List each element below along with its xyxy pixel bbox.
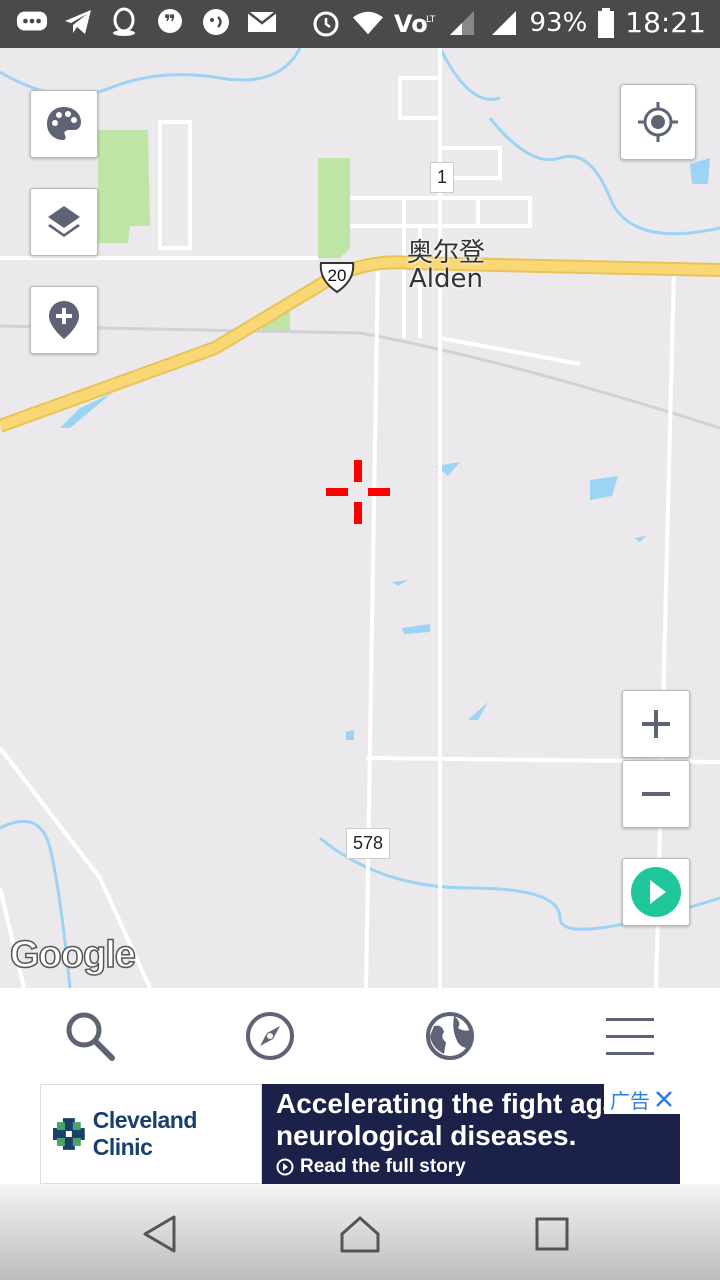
palette-icon <box>47 107 81 140</box>
layers-button[interactable] <box>30 188 98 256</box>
town-label-en: Alden <box>409 264 483 294</box>
system-navigation-bar <box>0 1184 720 1280</box>
ad-logo: Cleveland Clinic <box>40 1084 262 1184</box>
signal-icon <box>488 7 520 39</box>
volte-icon: VoLTE <box>394 7 436 39</box>
ad-tag-label: 广告 <box>610 1088 650 1113</box>
qq-icon <box>108 6 140 38</box>
recents-icon <box>535 1217 569 1251</box>
chat-bubble-icon <box>16 6 48 38</box>
play-button[interactable] <box>622 858 690 926</box>
ad-banner[interactable]: Cleveland Clinic Accelerating the fight … <box>40 1084 680 1184</box>
svg-text:❞: ❞ <box>164 10 176 34</box>
highway-shield: 20 <box>318 260 356 294</box>
home-icon <box>340 1216 380 1253</box>
park-area <box>318 158 350 258</box>
mail-icon <box>246 6 278 38</box>
ad-cta-label: Read the full story <box>300 1156 466 1177</box>
map-view[interactable]: 奥尔登 Alden 1 578 20 Google <box>0 48 720 988</box>
battery-percent: 93% <box>529 7 588 38</box>
back-icon <box>143 1215 176 1253</box>
play-circle-icon <box>276 1158 294 1176</box>
compass-icon <box>246 1012 294 1060</box>
search-icon <box>66 1012 115 1061</box>
quote-bubble-icon: ❞ <box>154 6 186 38</box>
alarm-icon <box>310 7 342 39</box>
menu-icon <box>606 1018 654 1055</box>
play-icon <box>631 867 681 917</box>
highway-shield-number: 20 <box>327 266 347 285</box>
home-button[interactable] <box>338 1212 382 1256</box>
road-label: 578 <box>346 828 391 859</box>
signal-icon <box>446 7 478 39</box>
clock: 18:21 <box>625 6 706 39</box>
battery-icon <box>597 7 615 39</box>
compass-button[interactable] <box>244 1010 296 1062</box>
ad-cta[interactable]: Read the full story <box>276 1156 466 1178</box>
zoom-in-button[interactable] <box>622 690 690 758</box>
road-label: 1 <box>430 162 455 193</box>
cleveland-clinic-logo-icon <box>53 1118 85 1150</box>
menu-button[interactable] <box>604 1010 656 1062</box>
layers-icon <box>48 206 80 237</box>
zoom-out-button[interactable] <box>622 760 690 828</box>
ad-tag[interactable]: 广告 <box>604 1084 680 1114</box>
bottom-navigation <box>0 988 720 1084</box>
crosshair-icon <box>326 460 392 526</box>
close-icon[interactable] <box>654 1089 674 1109</box>
my-location-button[interactable] <box>620 84 696 160</box>
svg-text:LTE: LTE <box>426 15 436 25</box>
add-pin-button[interactable] <box>30 286 98 354</box>
svg-text:Vo: Vo <box>394 10 428 38</box>
add-pin-icon <box>49 301 79 339</box>
globe-button[interactable] <box>424 1010 476 1062</box>
wifi-icon <box>352 7 384 39</box>
back-button[interactable] <box>138 1212 182 1256</box>
messenger-icon <box>200 6 232 38</box>
ad-brand-name: Cleveland Clinic <box>92 1107 198 1160</box>
search-button[interactable] <box>64 1010 116 1062</box>
status-bar: ❞ VoLTE 93% 18:21 <box>0 0 720 48</box>
park-area <box>98 130 150 243</box>
map-style-button[interactable] <box>30 90 98 158</box>
my-location-icon <box>638 102 678 142</box>
recents-button[interactable] <box>530 1212 574 1256</box>
google-attribution: Google <box>9 933 136 977</box>
telegram-icon <box>62 6 94 38</box>
zoom-out-icon <box>642 792 670 796</box>
zoom-in-icon <box>642 710 670 738</box>
ad-container: Cleveland Clinic Accelerating the fight … <box>0 1084 720 1184</box>
globe-icon <box>426 1012 474 1060</box>
